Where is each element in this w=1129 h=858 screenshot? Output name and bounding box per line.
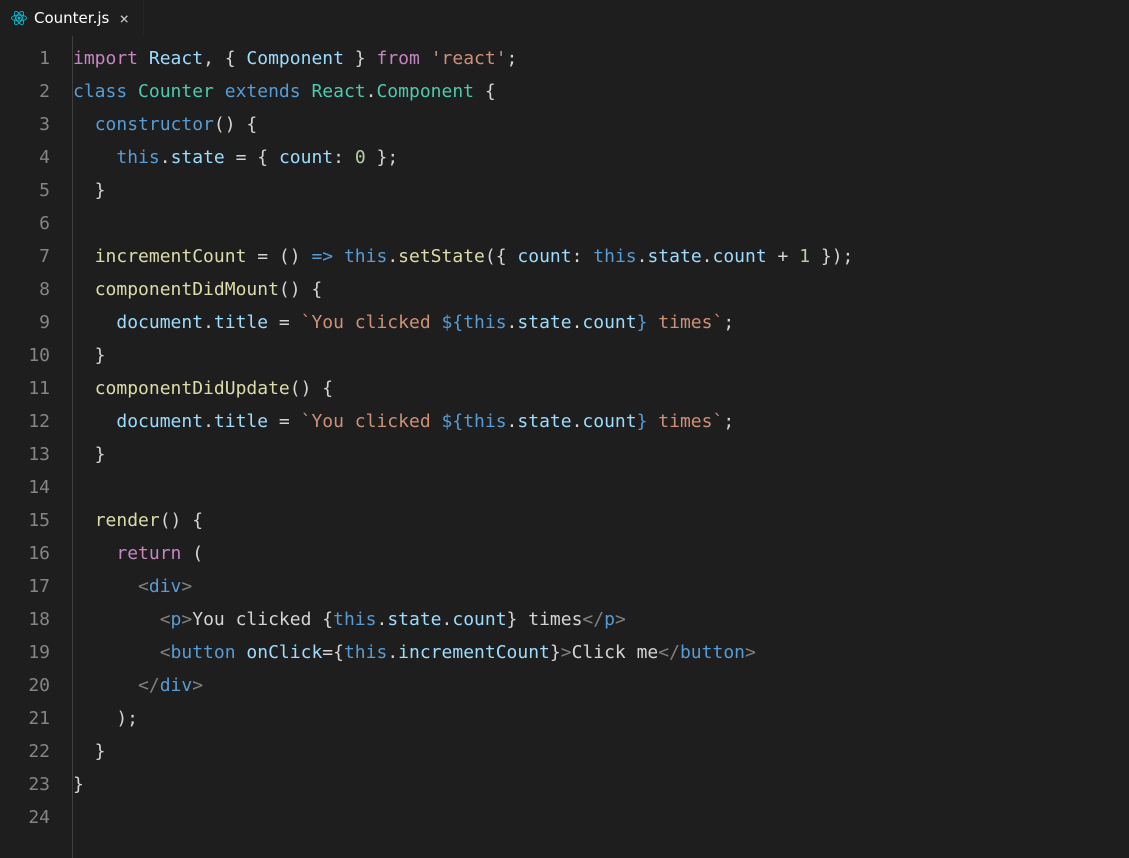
tab-counter-js[interactable]: Counter.js × [0, 0, 144, 36]
code-line[interactable]: } [73, 735, 1129, 768]
line-number: 12 [0, 405, 50, 438]
close-icon[interactable]: × [115, 9, 133, 28]
code-line[interactable]: } [73, 174, 1129, 207]
code-line[interactable]: document.title = `You clicked ${this.sta… [73, 405, 1129, 438]
line-number: 17 [0, 570, 50, 603]
line-number: 3 [0, 108, 50, 141]
code-line[interactable]: class Counter extends React.Component { [73, 75, 1129, 108]
line-number: 4 [0, 141, 50, 174]
tab-bar: Counter.js × [0, 0, 1129, 36]
code-line[interactable]: } [73, 438, 1129, 471]
line-number: 8 [0, 273, 50, 306]
code-line[interactable]: <div> [73, 570, 1129, 603]
line-number: 19 [0, 636, 50, 669]
line-number-gutter: 123456789101112131415161718192021222324 [0, 36, 72, 858]
code-line[interactable] [73, 801, 1129, 834]
line-number: 2 [0, 75, 50, 108]
code-line[interactable]: componentDidUpdate() { [73, 372, 1129, 405]
code-line[interactable]: ); [73, 702, 1129, 735]
line-number: 18 [0, 603, 50, 636]
line-number: 16 [0, 537, 50, 570]
code-line[interactable] [73, 471, 1129, 504]
code-line[interactable] [73, 207, 1129, 240]
code-line[interactable]: <button onClick={this.incrementCount}>Cl… [73, 636, 1129, 669]
line-number: 20 [0, 669, 50, 702]
line-number: 23 [0, 768, 50, 801]
line-number: 14 [0, 471, 50, 504]
code-line[interactable]: <p>You clicked {this.state.count} times<… [73, 603, 1129, 636]
line-number: 24 [0, 801, 50, 834]
line-number: 6 [0, 207, 50, 240]
code-line[interactable]: this.state = { count: 0 }; [73, 141, 1129, 174]
code-line[interactable]: return ( [73, 537, 1129, 570]
code-line[interactable]: } [73, 768, 1129, 801]
code-line[interactable]: import React, { Component } from 'react'… [73, 42, 1129, 75]
line-number: 13 [0, 438, 50, 471]
line-number: 1 [0, 42, 50, 75]
code-line[interactable]: componentDidMount() { [73, 273, 1129, 306]
line-number: 21 [0, 702, 50, 735]
line-number: 22 [0, 735, 50, 768]
tab-label: Counter.js [34, 9, 109, 27]
code-line[interactable]: document.title = `You clicked ${this.sta… [73, 306, 1129, 339]
code-line[interactable]: constructor() { [73, 108, 1129, 141]
code-line[interactable]: </div> [73, 669, 1129, 702]
line-number: 15 [0, 504, 50, 537]
code-line[interactable]: incrementCount = () => this.setState({ c… [73, 240, 1129, 273]
code-line[interactable]: } [73, 339, 1129, 372]
react-file-icon [10, 9, 28, 27]
line-number: 10 [0, 339, 50, 372]
line-number: 11 [0, 372, 50, 405]
line-number: 7 [0, 240, 50, 273]
line-number: 5 [0, 174, 50, 207]
code-content[interactable]: import React, { Component } from 'react'… [72, 36, 1129, 858]
code-line[interactable]: render() { [73, 504, 1129, 537]
editor-area[interactable]: 123456789101112131415161718192021222324 … [0, 36, 1129, 858]
line-number: 9 [0, 306, 50, 339]
